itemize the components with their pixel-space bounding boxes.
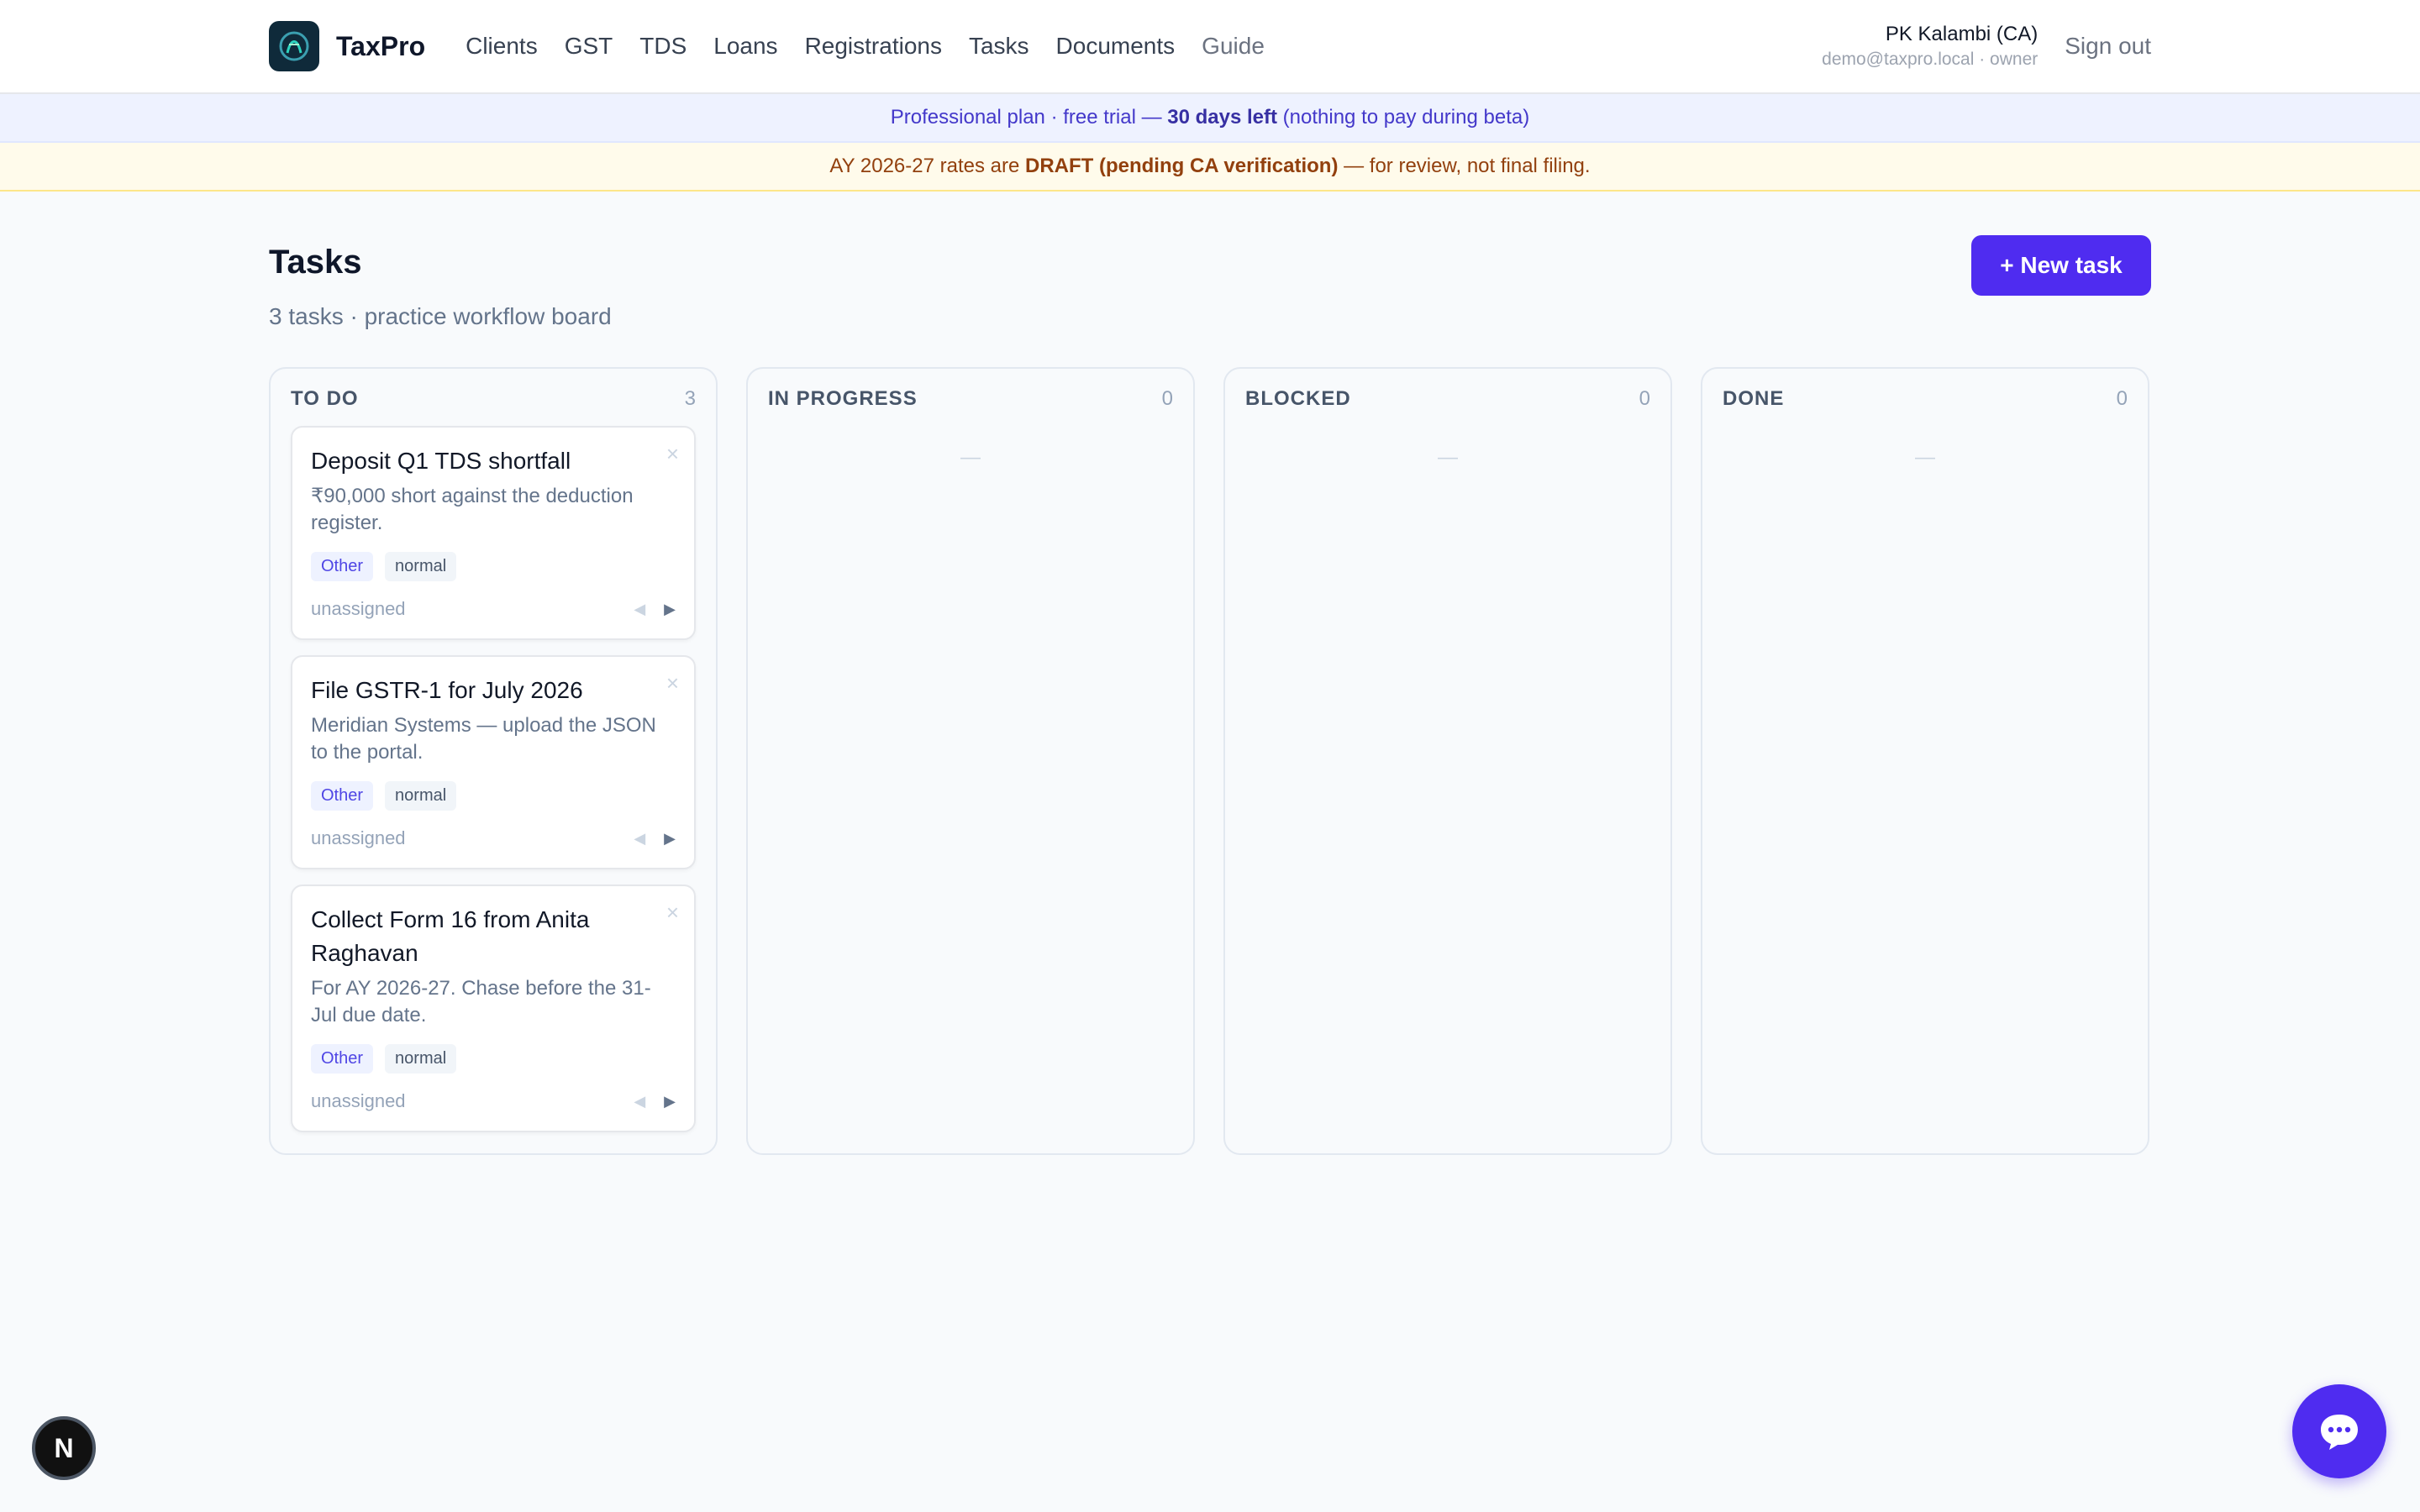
column-empty-placeholder: — [1915,446,1935,469]
nav-documents[interactable]: Documents [1056,33,1176,60]
column-header: BLOCKED 0 [1245,387,1650,411]
task-title: File GSTR-1 for July 2026 [311,677,583,703]
column-count: 0 [2116,387,2128,410]
column-header: IN PROGRESS 0 [768,387,1173,411]
column-title: IN PROGRESS [768,387,918,410]
task-priority-badge: normal [385,781,457,811]
column-empty-placeholder: — [960,446,981,469]
dev-tools-badge[interactable]: N [32,1416,96,1480]
user-name: PK Kalambi (CA) [1885,23,2039,45]
column-count: 3 [684,387,696,410]
task-type-badge: Other [311,552,374,581]
task-card[interactable]: × Deposit Q1 TDS shortfall ₹90,000 short… [291,426,696,640]
move-controls: ◀ ▶ [634,1093,676,1110]
nav-loans[interactable]: Loans [713,33,777,60]
column-blocked: BLOCKED 0 — [1223,367,1672,1155]
kanban-board: TO DO 3 × Deposit Q1 TDS shortfall ₹90,0… [269,367,2151,1155]
move-left-icon[interactable]: ◀ [634,830,645,848]
task-description: ₹90,000 short against the deduction regi… [311,485,634,534]
chat-bubble-icon [2321,1415,2358,1450]
brand-name: TaxPro [336,30,426,61]
move-left-icon[interactable]: ◀ [634,1093,645,1110]
task-card[interactable]: × Collect Form 16 from Anita Raghavan Fo… [291,885,696,1132]
move-right-icon[interactable]: ▶ [664,1093,676,1110]
task-type-badge: Other [311,781,374,811]
task-priority-badge: normal [385,1044,457,1074]
draft-banner: AY 2026-27 rates are DRAFT (pending CA v… [0,143,2420,192]
task-title: Deposit Q1 TDS shortfall [311,448,571,474]
task-tags: Other normal [311,781,676,811]
task-footer: unassigned ◀ ▶ [311,1090,676,1112]
task-description: Meridian Systems — upload the JSON to th… [311,714,656,764]
plan-banner-prefix: Professional plan · free trial — [890,106,1168,129]
column-todo: TO DO 3 × Deposit Q1 TDS shortfall ₹90,0… [269,367,718,1155]
task-description: For AY 2026-27. Chase before the 31-Jul … [311,977,651,1026]
move-left-icon[interactable]: ◀ [634,601,645,618]
plan-banner-suffix: (nothing to pay during beta) [1277,106,1530,129]
new-task-button[interactable]: + New task [1971,235,2151,296]
task-type-badge: Other [311,1044,374,1074]
chat-button[interactable] [2292,1384,2386,1478]
task-footer: unassigned ◀ ▶ [311,827,676,849]
column-header: TO DO 3 [291,387,696,411]
close-icon[interactable]: × [666,441,679,467]
nav-tds[interactable]: TDS [639,33,687,60]
column-in-progress: IN PROGRESS 0 — [746,367,1195,1155]
task-footer: unassigned ◀ ▶ [311,598,676,620]
draft-banner-status: DRAFT (pending CA verification) [1025,155,1339,177]
plan-banner: Professional plan · free trial — 30 days… [0,94,2420,143]
task-tags: Other normal [311,1044,676,1074]
task-tags: Other normal [311,552,676,581]
page-subtitle: 3 tasks · practice workflow board [269,303,612,329]
nav-gst[interactable]: GST [565,33,613,60]
column-title: TO DO [291,387,359,410]
close-icon[interactable]: × [666,670,679,696]
draft-banner-suffix: — for review, not final filing. [1338,155,1591,177]
column-header: DONE 0 [1723,387,2128,411]
taxpro-logo-icon [269,21,319,71]
close-icon[interactable]: × [666,900,679,926]
task-card[interactable]: × File GSTR-1 for July 2026 Meridian Sys… [291,655,696,869]
column-count: 0 [1161,387,1173,410]
nav-clients[interactable]: Clients [466,33,538,60]
column-title: DONE [1723,387,1785,410]
task-assignee: unassigned [311,598,406,619]
move-right-icon[interactable]: ▶ [664,830,676,848]
move-right-icon[interactable]: ▶ [664,601,676,618]
task-priority-badge: normal [385,552,457,581]
main-nav: Clients GST TDS Loans Registrations Task… [466,33,1265,60]
column-title: BLOCKED [1245,387,1351,410]
user-area: PK Kalambi (CA) demo@taxpro.local · owne… [1822,23,2151,70]
task-assignee: unassigned [311,827,406,848]
sign-out-link[interactable]: Sign out [2065,33,2151,60]
draft-banner-prefix: AY 2026-27 rates are [829,155,1025,177]
page-title: Tasks [269,244,362,281]
top-navbar: TaxPro Clients GST TDS Loans Registratio… [0,0,2420,94]
task-assignee: unassigned [311,1090,406,1111]
user-info: PK Kalambi (CA) demo@taxpro.local · owne… [1822,23,2038,70]
plan-banner-days: 30 days left [1167,106,1277,129]
column-empty-placeholder: — [1438,446,1458,469]
nav-guide[interactable]: Guide [1202,33,1265,60]
move-controls: ◀ ▶ [634,830,676,848]
task-title: Collect Form 16 from Anita Raghavan [311,906,590,966]
main-content: Tasks 3 tasks · practice workflow board … [0,235,2420,1155]
column-done: DONE 0 — [1701,367,2149,1155]
nav-tasks[interactable]: Tasks [969,33,1029,60]
column-count: 0 [1639,387,1650,410]
brand[interactable]: TaxPro [269,21,425,71]
move-controls: ◀ ▶ [634,601,676,618]
page-header: Tasks 3 tasks · practice workflow board … [269,235,2151,330]
user-email-role: demo@taxpro.local · owner [1822,50,2039,69]
nav-registrations[interactable]: Registrations [805,33,942,60]
